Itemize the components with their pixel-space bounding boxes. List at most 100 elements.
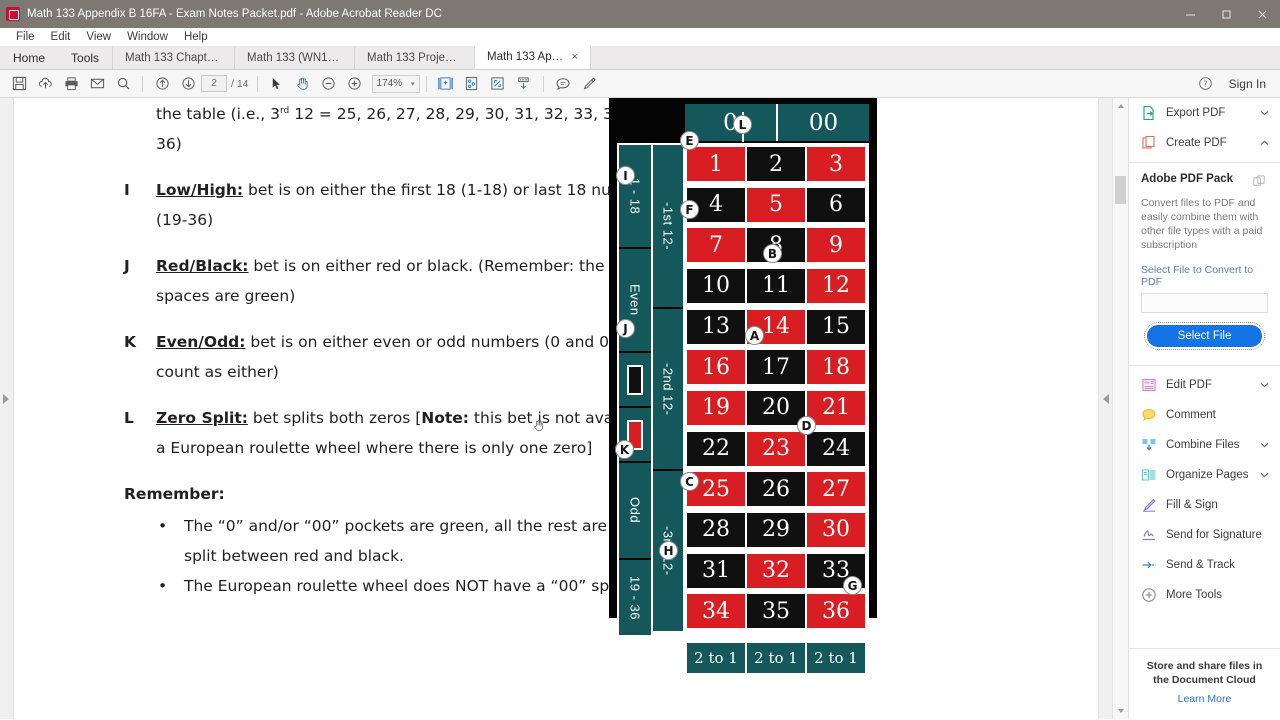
number-cell: 13: [687, 309, 745, 344]
panel-item-comment[interactable]: Comment: [1129, 400, 1280, 430]
document-tab-label: Math 133 Appendi...: [487, 51, 564, 63]
tab-tools[interactable]: Tools: [58, 46, 113, 69]
close-button[interactable]: [1244, 0, 1280, 28]
page-thumbnails-icon[interactable]: [459, 72, 485, 96]
pdf-pack-select-label: Select File to Convert to PDF: [1141, 264, 1254, 288]
scroll-down-arrow-icon[interactable]: [1113, 703, 1128, 719]
list-item-text: Zero Split: bet splits both zeros [Note:…: [156, 403, 684, 463]
outside-bet-1-18: 1 - 18: [619, 145, 651, 247]
panel-item-send-track[interactable]: Send & Track: [1129, 550, 1280, 580]
collapse-right-pane-icon[interactable]: [1103, 394, 1109, 404]
number-grid: 1 2 3 4 5 6 7 8 9 10 11: [683, 143, 869, 637]
scrollbar-thumb[interactable]: [1115, 176, 1126, 204]
zoom-in-icon[interactable]: [342, 72, 368, 96]
zoom-out-icon[interactable]: [316, 72, 342, 96]
pdf-pack-file-input[interactable]: [1141, 293, 1268, 313]
panel-item-edit-pdf[interactable]: Edit PDF: [1129, 370, 1280, 400]
sign-in-button[interactable]: Sign In: [1229, 77, 1266, 91]
organize-pages-icon: [1140, 467, 1157, 484]
pdf-pack-header: Adobe PDF Pack: [1141, 173, 1268, 190]
email-icon[interactable]: [84, 72, 110, 96]
select-file-button[interactable]: Select File: [1144, 322, 1265, 350]
list-item-tag: J: [124, 257, 130, 276]
roulette-layout: 0 00 1 - 18 Even Odd 19 - 36 -1st 12- -2…: [615, 104, 869, 677]
document-tab-4-active[interactable]: Math 133 Appendi... ×: [474, 46, 591, 69]
save-icon[interactable]: [6, 72, 32, 96]
document-view[interactable]: the table (i.e., 3rd 12 = 25, 26, 27, 28…: [14, 98, 1098, 719]
scroll-up-arrow-icon[interactable]: [1113, 98, 1128, 114]
outside-bet-19-36: 19 - 36: [619, 560, 651, 635]
expand-left-pane-icon[interactable]: [3, 394, 9, 404]
panel-item-fill-sign[interactable]: Fill & Sign: [1129, 490, 1280, 520]
left-navigation-pane[interactable]: [0, 98, 14, 719]
bullet-glyph: •: [158, 577, 168, 596]
right-pane-collapse-strip[interactable]: [1098, 98, 1112, 719]
learn-more-link[interactable]: Learn More: [1139, 693, 1270, 705]
tab-strip: Home Tools Math 133 Chapter ... Math 133…: [0, 46, 1280, 70]
send-signature-icon: [1140, 527, 1157, 544]
menu-edit[interactable]: Edit: [43, 28, 79, 46]
next-page-icon[interactable]: [175, 72, 201, 96]
help-icon[interactable]: ?: [1193, 72, 1219, 96]
list-item-term: Low/High:: [156, 181, 244, 200]
outside-bet-odd: Odd: [619, 463, 651, 558]
marker-D: D: [797, 416, 816, 435]
panel-footer-text: Store and share files in the Document Cl…: [1146, 660, 1263, 686]
tools-panel: Export PDF Create PDF Adobe PDF Pack Con…: [1128, 98, 1280, 719]
marker-I: I: [616, 166, 635, 185]
zoom-level-select[interactable]: 174% ▾: [371, 74, 420, 93]
paragraph-continued: the table (i.e., 3rd 12 = 25, 26, 27, 28…: [156, 98, 684, 159]
marker-C: C: [680, 472, 699, 491]
acrobat-reader-window: Math 133 Appendix B 16FA - Exam Notes Pa…: [0, 0, 1280, 720]
panel-item-label: Organize Pages: [1166, 469, 1249, 481]
fit-page-icon[interactable]: [433, 72, 459, 96]
print-icon[interactable]: [58, 72, 84, 96]
panel-item-create-pdf[interactable]: Create PDF: [1129, 128, 1280, 158]
panel-item-more-tools[interactable]: More Tools: [1129, 580, 1280, 610]
panel-item-send-for-signature[interactable]: Send for Signature: [1129, 520, 1280, 550]
document-tab-1[interactable]: Math 133 Chapter ...: [112, 46, 235, 69]
continued-superscript: rd: [280, 106, 290, 116]
number-cell: 3: [807, 147, 865, 181]
zero-cell-0: 0: [685, 104, 776, 141]
pdf-page: the table (i.e., 3rd 12 = 25, 26, 27, 28…: [14, 98, 1098, 719]
comment-icon[interactable]: [550, 72, 576, 96]
menu-file[interactable]: File: [8, 28, 43, 46]
toolbar: 2 / 14 174% ▾ ? Sign In: [0, 70, 1280, 98]
fullscreen-icon[interactable]: [485, 72, 511, 96]
vertical-scrollbar[interactable]: [1112, 98, 1128, 719]
menu-view[interactable]: View: [78, 28, 119, 46]
document-tab-3[interactable]: Math 133 Project 2...: [354, 46, 475, 69]
panel-item-export-pdf[interactable]: Export PDF: [1129, 98, 1280, 128]
minimize-button[interactable]: [1172, 0, 1208, 28]
select-tool-icon[interactable]: [264, 72, 290, 96]
list-item-K: K Even/Odd: bet is on either even or odd…: [124, 327, 684, 387]
panel-item-label: More Tools: [1166, 589, 1223, 601]
close-icon[interactable]: ×: [572, 51, 578, 63]
search-icon[interactable]: [110, 72, 136, 96]
previous-page-icon[interactable]: [149, 72, 175, 96]
panel-item-organize-pages[interactable]: Organize Pages: [1129, 460, 1280, 490]
number-cell: 22: [687, 431, 745, 466]
document-tab-label: Math 133 Chapter ...: [125, 51, 223, 64]
chevron-down-icon[interactable]: [1260, 470, 1269, 480]
panel-item-combine-files[interactable]: Combine Files: [1129, 430, 1280, 460]
menu-window[interactable]: Window: [119, 28, 176, 46]
chevron-down-icon[interactable]: [1260, 380, 1269, 390]
highlight-icon[interactable]: [576, 72, 602, 96]
menu-help[interactable]: Help: [176, 28, 216, 46]
chevron-down-icon[interactable]: [1260, 440, 1269, 450]
list-item-I: I Low/High: bet is on either the first 1…: [124, 175, 684, 235]
chevron-down-icon[interactable]: [1260, 108, 1269, 118]
page-number-input[interactable]: 2: [201, 75, 227, 92]
marker-K: K: [615, 440, 634, 459]
maximize-button[interactable]: [1208, 0, 1244, 28]
hand-tool-icon[interactable]: [290, 72, 316, 96]
scroll-down-icon[interactable]: [511, 72, 537, 96]
tab-home[interactable]: Home: [0, 46, 59, 69]
number-cell: 24: [807, 431, 865, 466]
chevron-up-icon[interactable]: [1260, 138, 1269, 148]
black-swatch-icon: [627, 364, 643, 395]
upload-cloud-icon[interactable]: [32, 72, 58, 96]
document-tab-2[interactable]: Math 133 (WN17) ...: [234, 46, 355, 69]
